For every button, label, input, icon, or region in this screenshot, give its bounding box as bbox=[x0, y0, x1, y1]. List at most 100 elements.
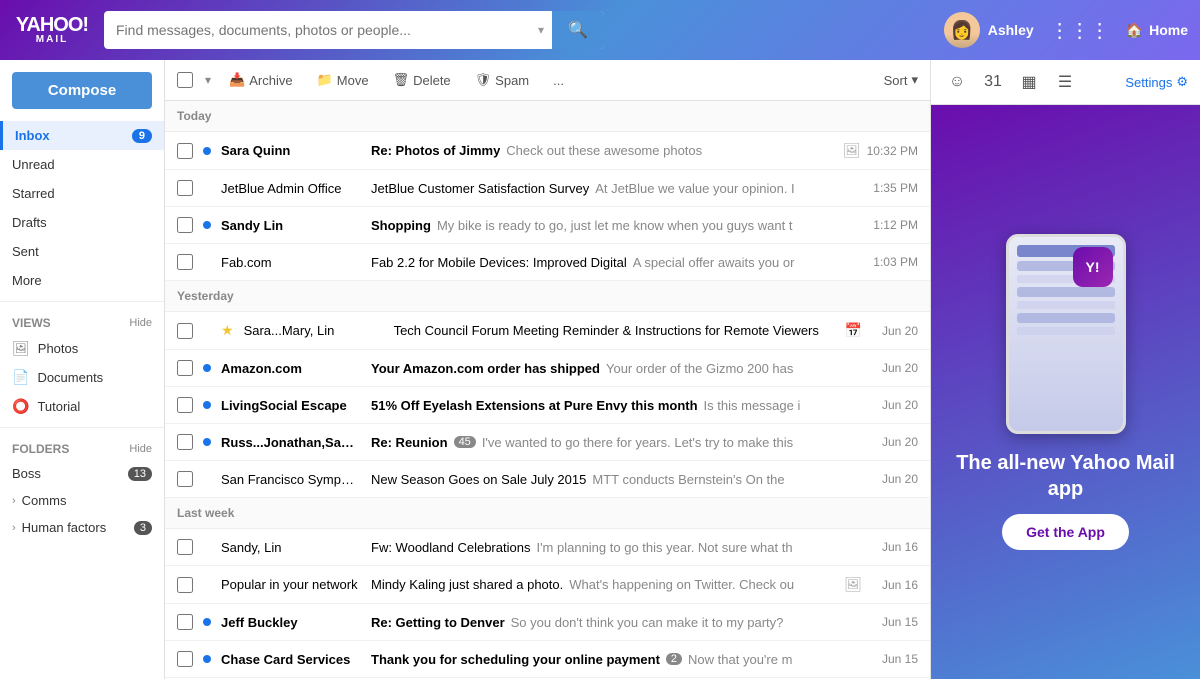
sidebar-item-boss[interactable]: Boss 13 bbox=[0, 460, 164, 487]
email-subject: Shopping bbox=[371, 218, 431, 233]
move-button[interactable]: 📁 Move bbox=[311, 68, 375, 92]
star-icon: ★ bbox=[221, 322, 234, 339]
email-toolbar: ▾ 📥 Archive 📁 Move 🗑 Delete 🛡 Spam ... bbox=[165, 60, 930, 101]
sidebar-item-drafts[interactable]: Drafts bbox=[0, 208, 164, 237]
search-dropdown-icon[interactable]: ▾ bbox=[530, 23, 552, 37]
documents-label: Documents bbox=[37, 370, 103, 385]
sidebar-item-photos[interactable]: 🖼 Photos bbox=[0, 334, 164, 363]
email-checkbox[interactable] bbox=[177, 434, 193, 450]
email-checkbox[interactable] bbox=[177, 323, 193, 339]
table-row[interactable]: Sandy, Lin Fw: Woodland Celebrations I'm… bbox=[165, 529, 930, 566]
email-checkbox[interactable] bbox=[177, 471, 193, 487]
email-date: Jun 16 bbox=[868, 540, 918, 554]
sidebar-item-inbox[interactable]: Inbox 9 bbox=[0, 121, 164, 150]
calendar-tool-icon[interactable]: 31 bbox=[979, 68, 1007, 96]
sidebar-item-comms[interactable]: › Comms bbox=[0, 487, 164, 514]
select-dropdown-icon[interactable]: ▾ bbox=[205, 73, 211, 87]
list-tool-icon[interactable]: ☰ bbox=[1051, 68, 1079, 96]
table-row[interactable]: Sara Quinn Re: Photos of Jimmy Check out… bbox=[165, 132, 930, 170]
sender-name: Russ...Jonathan,Sabrina bbox=[221, 435, 361, 450]
sidebar-item-documents[interactable]: 📄 Documents bbox=[0, 363, 164, 392]
email-checkbox[interactable] bbox=[177, 254, 193, 270]
grid-tool-icon[interactable]: ▦ bbox=[1015, 68, 1043, 96]
delete-button[interactable]: 🗑 Delete bbox=[387, 68, 457, 92]
email-subject: New Season Goes on Sale July 2015 bbox=[371, 472, 586, 487]
yahoo-wordmark: YAHOO! bbox=[16, 15, 88, 35]
unread-dot bbox=[203, 364, 211, 372]
email-preview: Your order of the Gizmo 200 has bbox=[606, 361, 858, 376]
email-preview: I've wanted to go there for years. Let's… bbox=[482, 435, 858, 450]
spam-button[interactable]: 🛡 Spam bbox=[469, 68, 535, 92]
sidebar-item-human-factors[interactable]: › Human factors 3 bbox=[0, 514, 164, 541]
table-row[interactable]: Fab.com Fab 2.2 for Mobile Devices: Impr… bbox=[165, 244, 930, 281]
sidebar-item-tutorial[interactable]: ⭕ Tutorial bbox=[0, 392, 164, 421]
table-row[interactable]: Chase Card Services Thank you for schedu… bbox=[165, 641, 930, 678]
sidebar-item-starred[interactable]: Starred bbox=[0, 179, 164, 208]
table-row[interactable]: LivingSocial Escape 51% Off Eyelash Exte… bbox=[165, 387, 930, 424]
folders-hide-link[interactable]: Hide bbox=[129, 443, 152, 455]
email-subject: 51% Off Eyelash Extensions at Pure Envy … bbox=[371, 398, 698, 413]
smiley-icon[interactable]: ☺ bbox=[943, 68, 971, 96]
email-meta: Jun 20 bbox=[868, 398, 918, 412]
header: YAHOO! MAIL ▾ 🔍 👩 Ashley ⋮⋮⋮ 🏠 Home bbox=[0, 0, 1200, 60]
delete-label: Delete bbox=[413, 73, 451, 88]
table-row[interactable]: JetBlue Admin Office JetBlue Customer Sa… bbox=[165, 170, 930, 207]
email-meta: Jun 15 bbox=[868, 615, 918, 629]
image-icon: 🖼 bbox=[844, 576, 862, 593]
email-checkbox[interactable] bbox=[177, 143, 193, 159]
email-subject: Fw: Woodland Celebrations bbox=[371, 540, 530, 555]
views-hide-link[interactable]: Hide bbox=[129, 317, 152, 329]
table-row[interactable]: ★ Sara...Mary, Lin Tech Council Forum Me… bbox=[165, 312, 930, 350]
archive-button[interactable]: 📥 Archive bbox=[223, 68, 299, 92]
email-checkbox[interactable] bbox=[177, 539, 193, 555]
search-input[interactable] bbox=[104, 22, 530, 38]
email-checkbox[interactable] bbox=[177, 577, 193, 593]
more-button[interactable]: ... bbox=[547, 69, 570, 92]
settings-link[interactable]: Settings ⚙ bbox=[1125, 74, 1188, 90]
email-checkbox[interactable] bbox=[177, 180, 193, 196]
email-checkbox[interactable] bbox=[177, 397, 193, 413]
right-panel: ☺ 31 ▦ ☰ Settings ⚙ Y! bbox=[930, 60, 1200, 679]
table-row[interactable]: San Francisco Symphony New Season Goes o… bbox=[165, 461, 930, 498]
search-button[interactable]: 🔍 bbox=[552, 11, 604, 49]
get-app-button[interactable]: Get the App bbox=[1002, 514, 1129, 550]
email-subject: Re: Getting to Denver bbox=[371, 615, 505, 630]
email-date: Jun 20 bbox=[868, 435, 918, 449]
compose-button[interactable]: Compose bbox=[12, 72, 152, 109]
unread-dot bbox=[203, 655, 211, 663]
sidebar-item-unread[interactable]: Unread bbox=[0, 150, 164, 179]
email-checkbox[interactable] bbox=[177, 360, 193, 376]
apps-grid-icon[interactable]: ⋮⋮⋮ bbox=[1050, 18, 1110, 43]
sidebar-item-sent[interactable]: Sent bbox=[0, 237, 164, 266]
sender-name: Sandy Lin bbox=[221, 218, 361, 233]
email-preview: So you don't think you can make it to my… bbox=[511, 615, 858, 630]
email-checkbox[interactable] bbox=[177, 614, 193, 630]
email-date: 1:03 PM bbox=[868, 255, 918, 269]
select-all-checkbox[interactable] bbox=[177, 72, 193, 88]
sort-button[interactable]: Sort ▾ bbox=[884, 72, 918, 88]
image-icon: 🖼 bbox=[843, 142, 861, 159]
email-main: ▾ 📥 Archive 📁 Move 🗑 Delete 🛡 Spam ... bbox=[165, 60, 930, 679]
table-row[interactable]: Popular in your network Mindy Kaling jus… bbox=[165, 566, 930, 604]
table-row[interactable]: Amazon.com Your Amazon.com order has shi… bbox=[165, 350, 930, 387]
home-label: Home bbox=[1149, 22, 1188, 38]
email-meta: Jun 20 bbox=[868, 472, 918, 486]
email-checkbox[interactable] bbox=[177, 217, 193, 233]
email-preview: Is this message i bbox=[704, 398, 858, 413]
email-meta: 1:12 PM bbox=[868, 218, 918, 232]
email-checkbox[interactable] bbox=[177, 651, 193, 667]
sidebar-item-more[interactable]: More bbox=[0, 266, 164, 295]
comms-label: Comms bbox=[22, 493, 67, 508]
phone-screen-row bbox=[1017, 301, 1115, 309]
email-meta: Jun 20 bbox=[868, 435, 918, 449]
avatar: 👩 bbox=[944, 12, 980, 48]
table-row[interactable]: Russ...Jonathan,Sabrina Re: Reunion 45 I… bbox=[165, 424, 930, 461]
email-preview: My bike is ready to go, just let me know… bbox=[437, 218, 858, 233]
email-content: Tech Council Forum Meeting Reminder & In… bbox=[394, 323, 835, 338]
home-link[interactable]: 🏠 Home bbox=[1126, 22, 1188, 39]
email-date: Jun 15 bbox=[868, 652, 918, 666]
user-info[interactable]: 👩 Ashley bbox=[944, 12, 1034, 48]
table-row[interactable]: Sandy Lin Shopping My bike is ready to g… bbox=[165, 207, 930, 244]
sender-name: Sara...Mary, Lin bbox=[244, 323, 384, 338]
table-row[interactable]: Jeff Buckley Re: Getting to Denver So yo… bbox=[165, 604, 930, 641]
